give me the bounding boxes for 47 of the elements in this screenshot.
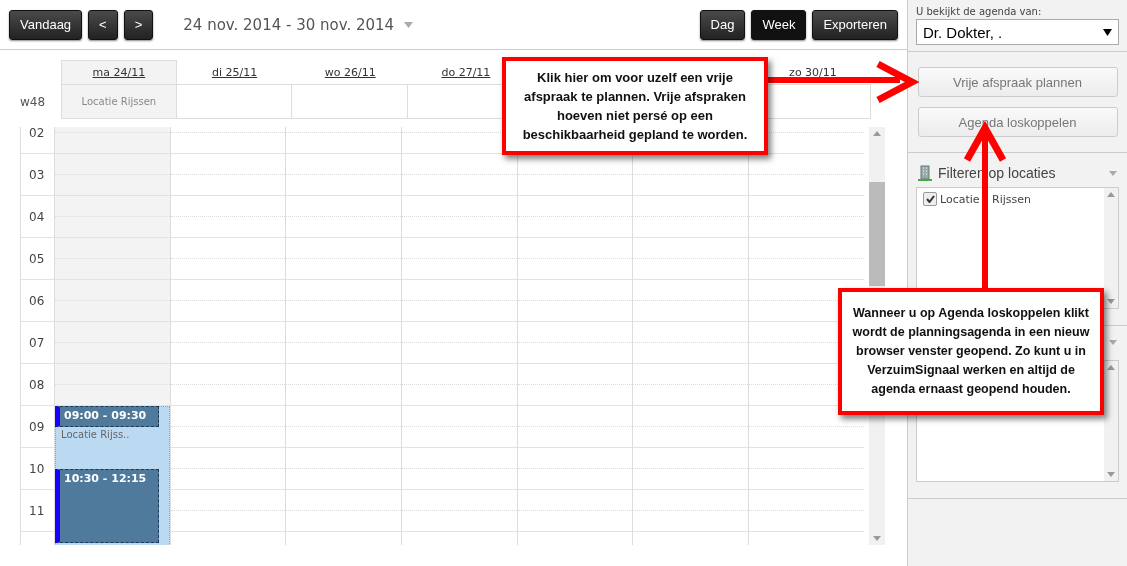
collapse-icon[interactable] bbox=[1109, 340, 1117, 345]
doctor-select[interactable]: Dr. Dokter, . bbox=[916, 19, 1119, 45]
viewer-label: U bekijkt de agenda van: bbox=[916, 6, 1043, 17]
date-range: 24 nov. 2014 - 30 nov. 2014 bbox=[183, 15, 395, 34]
view-button[interactable]: Exporteren bbox=[812, 9, 898, 40]
collapse-icon[interactable] bbox=[1109, 170, 1117, 176]
hour-label: 06 bbox=[29, 293, 45, 308]
hour-label: 11 bbox=[29, 503, 45, 518]
scroll-up-icon[interactable] bbox=[1107, 365, 1115, 370]
hour-label: 07 bbox=[29, 335, 45, 350]
location-label: Locatie Rijssen bbox=[81, 96, 157, 107]
week-number: w48 bbox=[20, 94, 46, 109]
scroll-down-icon[interactable] bbox=[1107, 299, 1115, 304]
nav-button[interactable]: Vandaag bbox=[9, 9, 83, 40]
day-header[interactable]: zo 30/11 bbox=[789, 65, 837, 79]
scroll-up-icon[interactable] bbox=[873, 131, 881, 136]
building-icon bbox=[918, 165, 932, 181]
scrollbar-thumb[interactable] bbox=[869, 182, 885, 286]
day-header[interactable]: di 25/11 bbox=[211, 65, 258, 79]
hour-label: 04 bbox=[29, 209, 45, 224]
callout-note: Klik hier om voor uzelf een vrije afspraak te plannen. Vrije afspraken hoeven niet persé op een beschikbaarheid gepland te worden. bbox=[502, 57, 768, 155]
scroll-down-icon[interactable] bbox=[1107, 472, 1115, 477]
location-label: Locatie Rijssen bbox=[940, 192, 1032, 206]
hour-label: 10 bbox=[29, 461, 45, 476]
hour-label: 02 bbox=[29, 127, 45, 140]
availability-label: Locatie Rijss.. bbox=[61, 429, 130, 440]
availability-block[interactable]: Locatie Rijss.. 09:00 - 09:30 10:30 - 12:15 bbox=[55, 406, 170, 545]
action-button[interactable]: Vrije afspraak plannen bbox=[917, 67, 1118, 97]
hour-label: 09 bbox=[29, 419, 45, 434]
hour-label: 08 bbox=[29, 377, 45, 392]
callout-note: Wanneer u op Agenda loskoppelen klikt wordt de planningsagenda in een nieuw browser venster geopend. Zo kunt u in VerzuimSignaal werken en altijd de agenda ernaast geopend houden. bbox=[838, 288, 1104, 415]
dropdown-arrow-icon[interactable] bbox=[1103, 28, 1112, 36]
scroll-down-icon[interactable] bbox=[873, 536, 881, 541]
appointment[interactable]: 10:30 - 12:15 bbox=[55, 469, 159, 543]
appointment[interactable]: 09:00 - 09:30 bbox=[55, 406, 159, 427]
view-button[interactable]: Week bbox=[751, 9, 807, 40]
action-button[interactable]: Agenda loskoppelen bbox=[917, 107, 1118, 137]
hour-label: 05 bbox=[29, 251, 45, 266]
nav-button[interactable]: > bbox=[123, 9, 154, 40]
nav-button[interactable]: < bbox=[88, 9, 118, 40]
checkbox[interactable] bbox=[923, 192, 937, 206]
caret-icon[interactable] bbox=[404, 21, 414, 28]
day-header[interactable]: wo 26/11 bbox=[324, 65, 376, 79]
hour-label: 03 bbox=[29, 167, 45, 182]
scroll-up-icon[interactable] bbox=[1107, 192, 1115, 197]
view-button[interactable]: Dag bbox=[699, 9, 746, 40]
day-header[interactable]: do 27/11 bbox=[441, 65, 491, 79]
